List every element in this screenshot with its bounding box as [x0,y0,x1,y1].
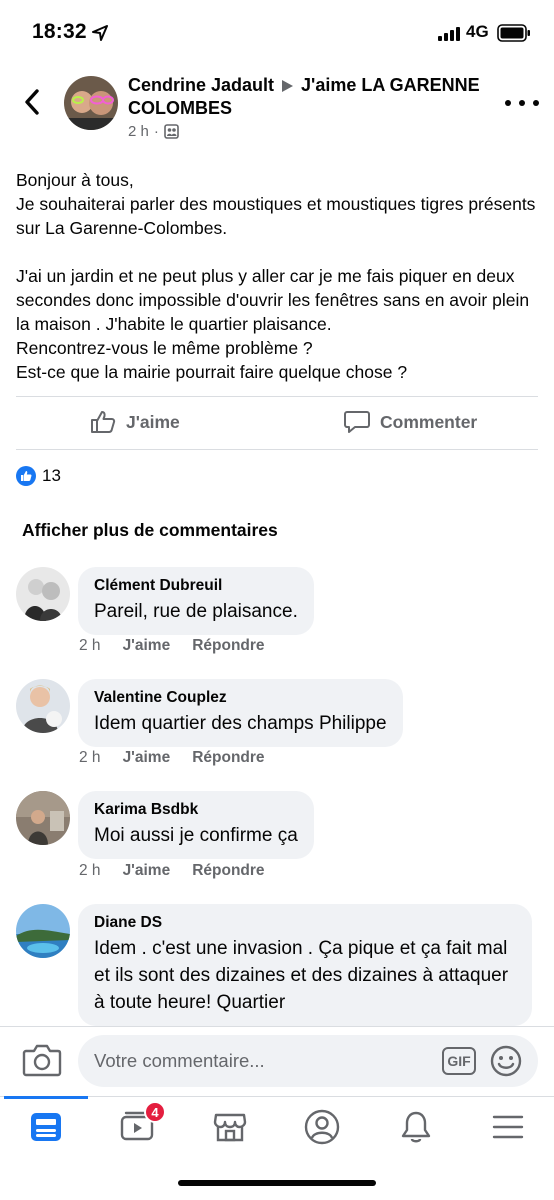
tab-news-feed[interactable] [18,1107,74,1147]
reaction-count: 13 [42,466,61,485]
post-author-line: Cendrine Jadault J'aime LA GARENNE COLOMB… [128,74,488,120]
comment-actions: 2 h J'aime Répondre [79,862,265,880]
comment-button[interactable]: Commenter [344,410,477,434]
meta-separator: · [153,123,159,140]
commenter-name[interactable]: Karima Bsdbk [94,800,298,820]
post-time[interactable]: 2 h [128,123,149,140]
back-button[interactable] [16,86,48,118]
post-meta: 2 h · [128,123,179,140]
like-button[interactable]: J'aime [90,410,180,434]
dot-icon [533,100,539,106]
comment-actions: 2 h J'aime Répondre [79,749,265,767]
post-line: J'ai un jardin et ne peut plus y aller c… [16,266,534,334]
comment-icon [344,411,370,433]
commenter-name[interactable]: Diane DS [94,913,516,933]
more-options-button[interactable] [505,96,539,110]
post-line: Est-ce que la mairie pourrait faire quel… [16,362,408,382]
comment-like-button[interactable]: J'aime [123,749,171,767]
comment-text: Moi aussi je confirme ça [94,825,298,846]
camera-icon[interactable] [22,1043,62,1077]
tab-watch[interactable]: 4 [110,1101,166,1147]
comment-input[interactable] [94,1035,434,1087]
post-line: Je souhaiterai parler des moustiques et … [16,194,541,238]
comment-time[interactable]: 2 h [79,862,101,880]
post-header: Cendrine Jadault J'aime LA GARENNE COLOMB… [0,66,554,150]
members-icon [164,124,179,139]
comment-like-button[interactable]: J'aime [123,862,171,880]
thumbs-up-icon [91,411,116,433]
signal-bars-icon [438,27,460,41]
post-line: Bonjour à tous, [16,170,134,190]
watch-badge: 4 [144,1101,166,1123]
comment-reply-button[interactable]: Répondre [192,749,264,767]
status-bar: 18:32 4G [0,0,554,66]
emoji-icon[interactable] [490,1045,522,1077]
comment-time[interactable]: 2 h [79,637,101,655]
comment-label: Commenter [380,411,478,432]
arrow-right-icon [282,79,294,92]
gif-button[interactable]: GIF [442,1047,476,1075]
commenter-avatar[interactable] [16,567,70,621]
commenter-avatar[interactable] [16,791,70,845]
tab-menu[interactable] [480,1107,536,1147]
comment-time[interactable]: 2 h [79,749,101,767]
commenter-avatar[interactable] [16,679,70,733]
like-label: J'aime [126,411,180,432]
author-avatar[interactable] [64,76,118,130]
comment-like-button[interactable]: J'aime [123,637,171,655]
comment-bubble[interactable]: Valentine Couplez Idem quartier des cham… [78,679,403,747]
menu-icon [492,1115,524,1139]
post-action-bar: J'aime Commenter [16,396,538,450]
comment-input-pill: GIF [78,1035,538,1087]
commenter-name[interactable]: Valentine Couplez [94,688,387,708]
news-feed-icon [31,1113,61,1141]
network-type: 4G [466,22,489,41]
dot-icon [519,100,525,106]
show-more-comments-link[interactable]: Afficher plus de commentaires [22,520,278,541]
home-indicator [178,1180,376,1186]
comment-actions: 2 h J'aime Répondre [79,637,265,655]
comment-text: Idem quartier des champs Philippe [94,713,387,734]
author-name[interactable]: Cendrine Jadault [128,75,274,95]
commenter-name[interactable]: Clément Dubreuil [94,576,298,596]
profile-icon [304,1109,340,1145]
like-reaction-icon [16,466,36,486]
active-tab-indicator [4,1096,88,1099]
battery-icon [497,24,530,42]
tab-notifications[interactable] [388,1107,444,1147]
comment-composer: GIF [0,1026,554,1096]
post-line: Rencontrez-vous le même problème ? [16,338,313,358]
tab-profile[interactable] [294,1107,350,1147]
notifications-icon [401,1111,431,1143]
comment-text: Pareil, rue de plaisance. [94,601,298,622]
dot-icon [505,100,511,106]
reactions-summary[interactable]: 13 [16,466,61,486]
comment-reply-button[interactable]: Répondre [192,637,264,655]
marketplace-icon [213,1113,247,1142]
comment-bubble[interactable]: Karima Bsdbk Moi aussi je confirme ça [78,791,314,859]
comment: Diane DS Idem . c'est une invasion . Ça … [16,904,546,1044]
comment-reply-button[interactable]: Répondre [192,862,264,880]
chevron-left-icon [25,89,39,115]
comment-text: Idem . c'est une invasion . Ça pique et … [94,938,509,1013]
location-arrow-icon [92,25,108,41]
post-body: Bonjour à tous, Je souhaiterai parler de… [16,168,536,384]
post-line [16,240,536,264]
commenter-avatar[interactable] [16,904,70,958]
tab-marketplace[interactable] [202,1107,258,1147]
status-time: 18:32 [32,20,87,43]
comment-bubble[interactable]: Diane DS Idem . c'est une invasion . Ça … [78,904,532,1026]
comment-bubble[interactable]: Clément Dubreuil Pareil, rue de plaisanc… [78,567,314,635]
